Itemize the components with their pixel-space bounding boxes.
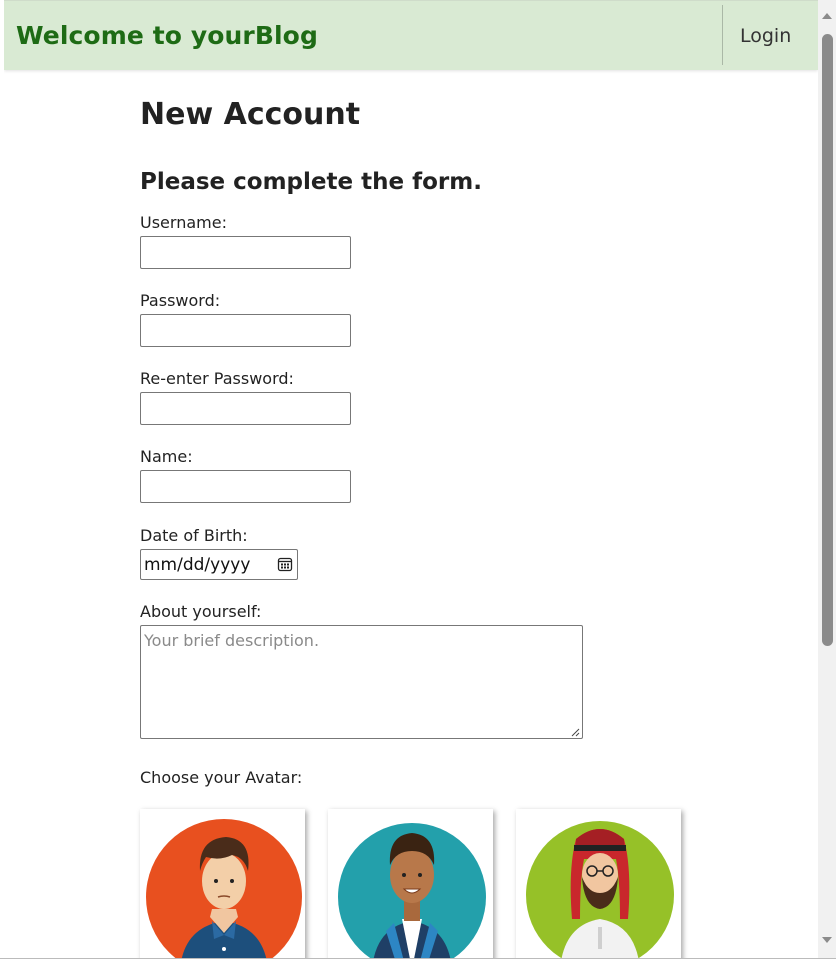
browser-viewport: Welcome to yourBlog Login New Account Pl… <box>4 0 818 958</box>
password-label: Password: <box>140 291 221 310</box>
calendar-icon[interactable] <box>277 556 293 572</box>
brand-title[interactable]: Welcome to yourBlog <box>16 21 318 50</box>
resize-grip-icon[interactable] <box>570 727 580 737</box>
avatar-option-2[interactable] <box>328 809 493 958</box>
avatar-label: Choose your Avatar: <box>140 768 303 787</box>
password-input[interactable] <box>140 314 351 347</box>
chevron-down-icon[interactable] <box>818 932 836 948</box>
avatar-option-3[interactable] <box>516 809 681 958</box>
window-bottom-edge <box>0 958 836 963</box>
about-label: About yourself: <box>140 602 262 621</box>
avatar-option-1[interactable] <box>140 809 305 958</box>
username-input[interactable] <box>140 236 351 269</box>
chevron-up-icon[interactable] <box>818 8 836 24</box>
avatar-man-keffiyeh-icon <box>526 821 674 958</box>
dob-label: Date of Birth: <box>140 526 248 545</box>
navbar: Welcome to yourBlog Login <box>4 0 818 70</box>
avatar-man-brown-hair-icon <box>146 819 302 958</box>
vertical-scrollbar[interactable] <box>818 0 836 958</box>
reenter-password-input[interactable] <box>140 392 351 425</box>
page-title: New Account <box>140 97 361 132</box>
about-textarea[interactable] <box>140 625 583 739</box>
dob-placeholder: mm/dd/yyyy <box>144 555 251 575</box>
avatar-man-curly-hair-icon <box>338 823 486 958</box>
login-link[interactable]: Login <box>740 25 791 47</box>
reenter-password-label: Re-enter Password: <box>140 369 294 388</box>
nav-divider <box>722 5 723 65</box>
scrollbar-thumb[interactable] <box>822 34 833 646</box>
name-label: Name: <box>140 447 193 466</box>
dob-input[interactable]: mm/dd/yyyy <box>140 549 298 580</box>
form-heading: Please complete the form. <box>140 169 482 195</box>
username-label: Username: <box>140 213 227 232</box>
name-input[interactable] <box>140 470 351 503</box>
